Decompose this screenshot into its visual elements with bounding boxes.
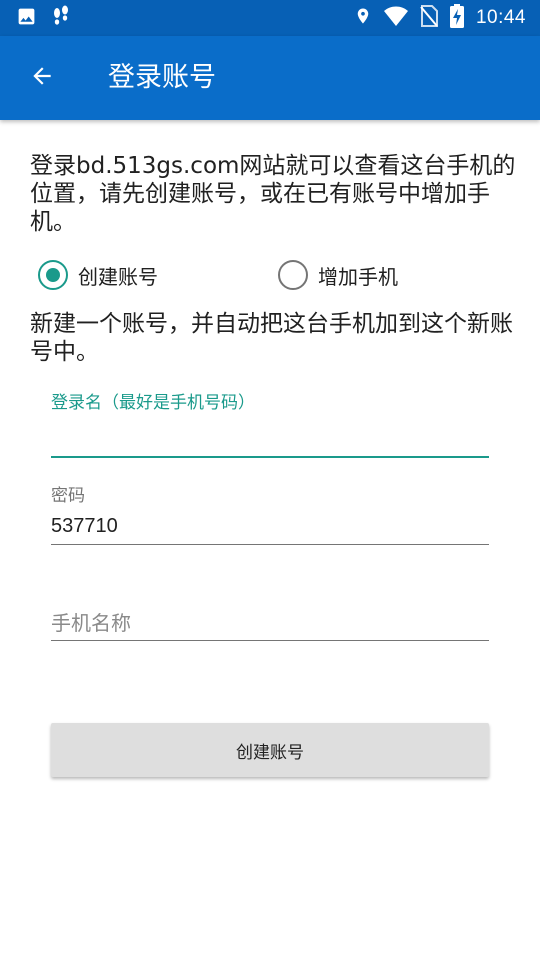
arrow-left-icon — [29, 63, 55, 93]
image-icon — [16, 6, 37, 31]
wifi-icon — [383, 6, 408, 30]
page-title: 登录账号 — [108, 62, 216, 93]
intro-text: 登录bd.513gs.com网站就可以查看这台手机的位置，请先创建账号，或在已有… — [30, 153, 516, 235]
battery-charging-icon — [449, 4, 464, 32]
radio-create-account[interactable]: 创建账号 — [38, 258, 158, 292]
radio-checked-icon — [38, 260, 68, 290]
location-icon — [354, 5, 372, 31]
phone-name-field — [51, 609, 489, 641]
app-bar: 登录账号 — [0, 36, 540, 120]
status-time: 10:44 — [475, 7, 526, 28]
radio-label: 增加手机 — [318, 264, 398, 289]
radio-add-phone[interactable]: 增加手机 — [278, 258, 398, 292]
login-name-field: 登录名（最好是手机号码） — [51, 392, 489, 458]
create-account-button[interactable]: 创建账号 — [51, 723, 489, 777]
password-field: 密码 — [51, 485, 489, 545]
radio-unchecked-icon — [278, 260, 308, 290]
status-bar: 10:44 — [0, 0, 540, 36]
login-name-input[interactable] — [51, 422, 489, 452]
no-sim-icon — [420, 5, 438, 31]
password-label: 密码 — [51, 486, 85, 506]
description-text: 新建一个账号，并自动把这台手机加到这个新账号中。 — [30, 311, 513, 365]
login-name-underline — [51, 456, 489, 458]
password-underline — [51, 544, 489, 545]
radio-label: 创建账号 — [78, 264, 158, 289]
back-button[interactable] — [20, 58, 64, 98]
login-name-label: 登录名（最好是手机号码） — [51, 393, 255, 413]
password-input[interactable] — [51, 511, 489, 541]
footprints-icon — [51, 5, 71, 31]
phone-name-underline — [51, 640, 489, 641]
phone-name-input[interactable] — [51, 609, 489, 639]
